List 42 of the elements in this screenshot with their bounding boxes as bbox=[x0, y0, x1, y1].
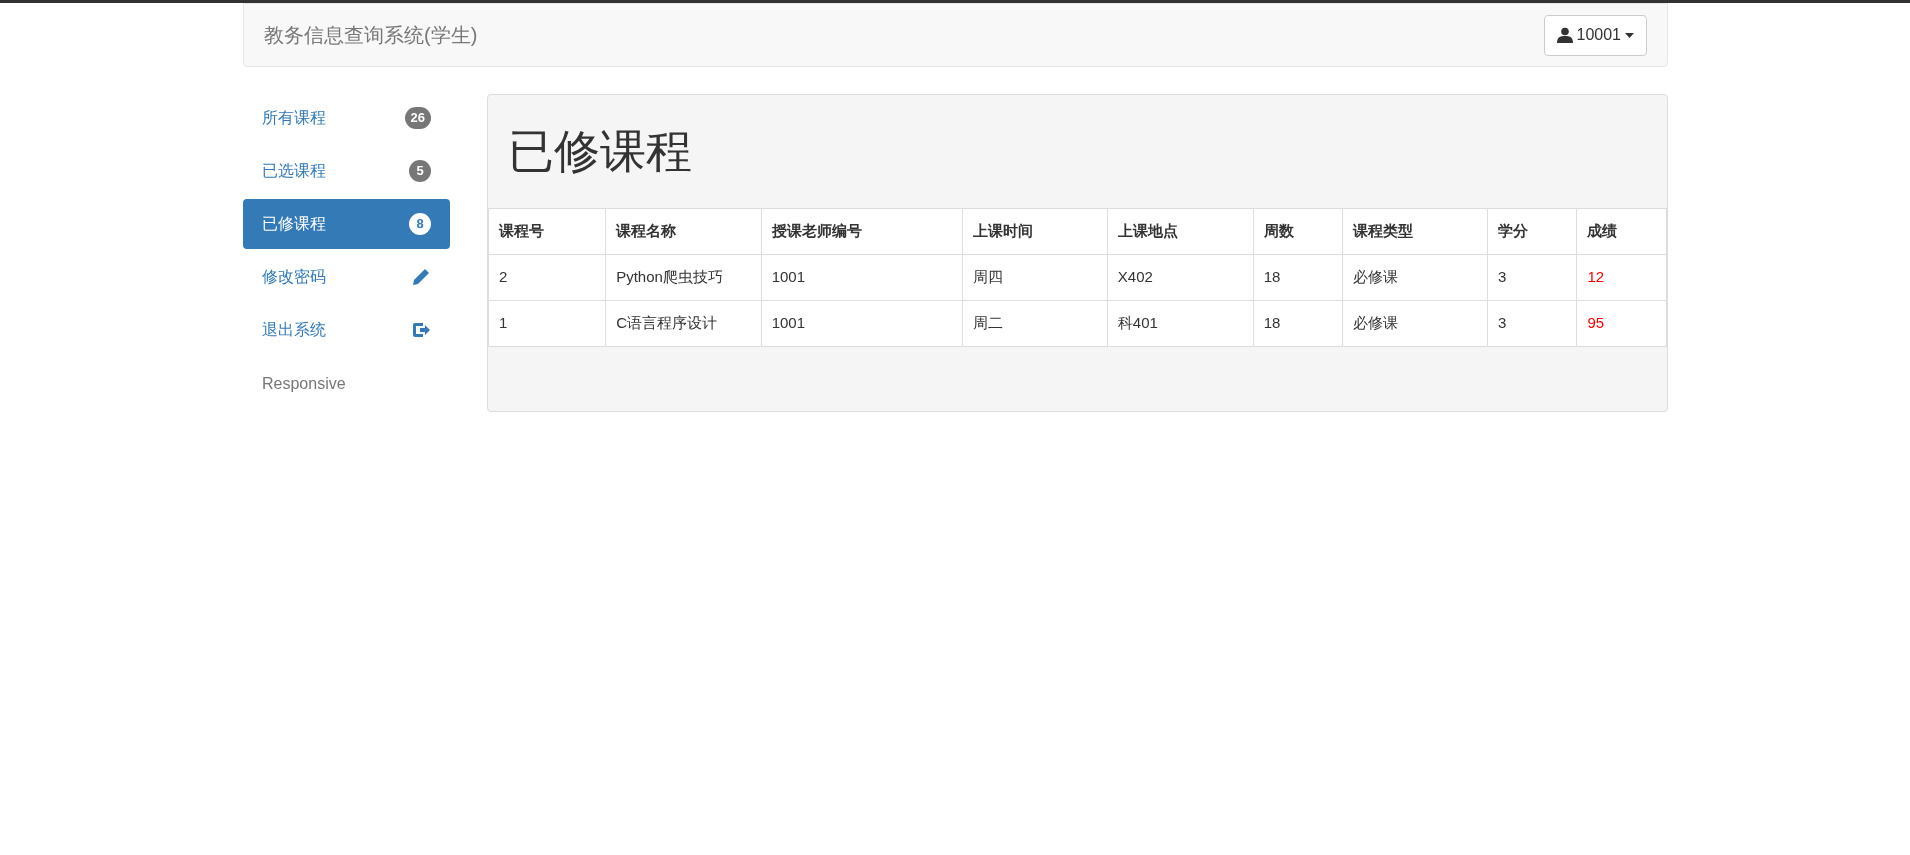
column-header: 学分 bbox=[1487, 208, 1577, 255]
table-cell: Python爬虫技巧 bbox=[605, 254, 762, 301]
sidebar-footer-text: Responsive bbox=[261, 374, 347, 394]
column-header: 课程类型 bbox=[1342, 208, 1488, 255]
table-cell: 2 bbox=[488, 254, 606, 301]
table-cell: 18 bbox=[1253, 254, 1343, 301]
sidebar-item[interactable]: 所有课程 26 bbox=[243, 92, 450, 143]
table-cell: 3 bbox=[1487, 254, 1577, 301]
count-badge: 8 bbox=[409, 212, 431, 235]
table-cell: 12 bbox=[1576, 254, 1667, 301]
table-cell: 科401 bbox=[1107, 300, 1254, 347]
pencil-icon bbox=[411, 266, 431, 287]
table-cell: 3 bbox=[1487, 300, 1577, 347]
count-badge: 26 bbox=[404, 106, 431, 129]
table-cell: 1001 bbox=[761, 300, 963, 347]
caret-icon bbox=[1625, 32, 1634, 38]
table-cell: 18 bbox=[1253, 300, 1343, 347]
column-header: 课程名称 bbox=[605, 208, 762, 255]
column-header: 上课时间 bbox=[962, 208, 1108, 255]
column-header: 课程号 bbox=[488, 208, 606, 255]
table-cell: 必修课 bbox=[1342, 300, 1488, 347]
table-cell: 周四 bbox=[962, 254, 1108, 301]
column-header: 上课地点 bbox=[1107, 208, 1254, 255]
sidebar-item[interactable]: 已选课程 5 bbox=[243, 145, 450, 196]
sidebar-item[interactable]: 退出系统 bbox=[243, 304, 450, 355]
sidebar-item[interactable]: 修改密码 bbox=[243, 251, 450, 302]
table-cell: X402 bbox=[1107, 254, 1254, 301]
table-cell: 95 bbox=[1576, 300, 1667, 347]
table-cell: 1 bbox=[488, 300, 606, 347]
count-badge: 5 bbox=[409, 159, 431, 182]
table-cell: 必修课 bbox=[1342, 254, 1488, 301]
sidebar-item[interactable]: 已修课程 8 bbox=[243, 198, 450, 249]
page-heading: 已修课程 bbox=[508, 124, 692, 179]
column-header: 授课老师编号 bbox=[761, 208, 963, 255]
table-cell: C语言程序设计 bbox=[605, 300, 762, 347]
table-cell: 1001 bbox=[761, 254, 963, 301]
user-icon bbox=[1556, 27, 1573, 43]
user-menu-button[interactable]: 10001 bbox=[1543, 14, 1647, 56]
column-header: 周数 bbox=[1253, 208, 1343, 255]
app-title[interactable]: 教务信息查询系统(学生) bbox=[264, 20, 478, 50]
column-header: 成绩 bbox=[1576, 208, 1667, 255]
table-cell: 周二 bbox=[962, 300, 1108, 347]
